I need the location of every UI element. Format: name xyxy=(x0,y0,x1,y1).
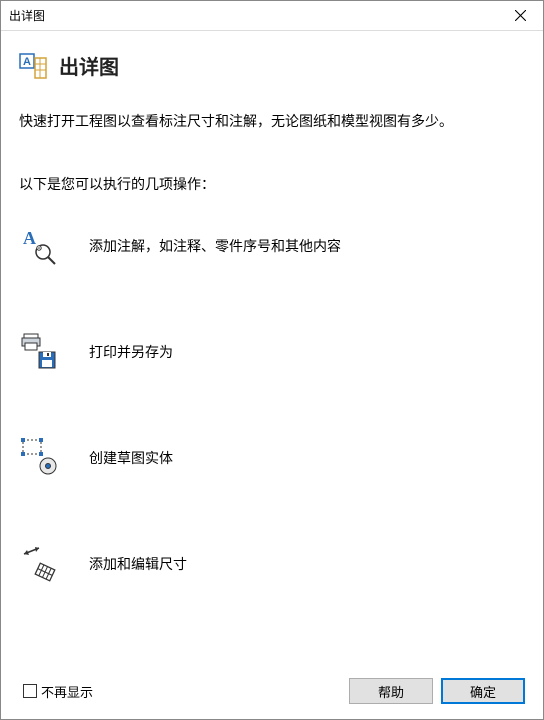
intro-text: 快速打开工程图以查看标注尺寸和注解，无论图纸和模型视图有多少。 xyxy=(19,110,525,134)
annotate-icon: A xyxy=(21,226,61,266)
close-button[interactable] xyxy=(498,1,543,31)
svg-text:A: A xyxy=(23,56,31,68)
op-row-print-save: 打印并另存为 xyxy=(19,332,525,372)
close-icon xyxy=(515,10,526,21)
operations-label: 以下是您可以执行的几项操作： xyxy=(19,174,525,194)
op-text-sketch: 创建草图实体 xyxy=(89,448,173,468)
dimension-icon xyxy=(21,544,61,584)
detailing-icon: A xyxy=(19,52,47,80)
footer: 不再显示 帮助 确定 xyxy=(1,663,543,719)
content-area: A 出详图 快速打开工程图以查看标注尺寸和注解，无论图纸和模型视图有多少。 以下… xyxy=(1,31,543,663)
ok-button[interactable]: 确定 xyxy=(441,678,525,704)
op-row-dimension: 添加和编辑尺寸 xyxy=(19,544,525,584)
dont-show-checkbox-wrap[interactable]: 不再显示 xyxy=(23,682,341,701)
window-title: 出详图 xyxy=(9,7,45,24)
print-save-icon xyxy=(21,332,61,372)
svg-text:A: A xyxy=(23,228,36,248)
heading-text: 出详图 xyxy=(59,51,119,80)
help-button[interactable]: 帮助 xyxy=(349,678,433,704)
op-text-print-save: 打印并另存为 xyxy=(89,342,173,362)
op-row-sketch: 创建草图实体 xyxy=(19,438,525,478)
heading-row: A 出详图 xyxy=(19,51,525,80)
op-text-annotate: 添加注解，如注释、零件序号和其他内容 xyxy=(89,236,341,256)
op-row-annotate: A 添加注解，如注释、零件序号和其他内容 xyxy=(19,226,525,266)
op-text-dimension: 添加和编辑尺寸 xyxy=(89,554,187,574)
titlebar: 出详图 xyxy=(1,1,543,31)
dont-show-label: 不再显示 xyxy=(41,682,93,701)
sketch-icon xyxy=(21,438,61,478)
dialog-window: 出详图 A 出详图 快速打开工程图以查看标注尺寸和注解，无论图纸 xyxy=(0,0,544,720)
checkbox-icon xyxy=(23,684,37,698)
